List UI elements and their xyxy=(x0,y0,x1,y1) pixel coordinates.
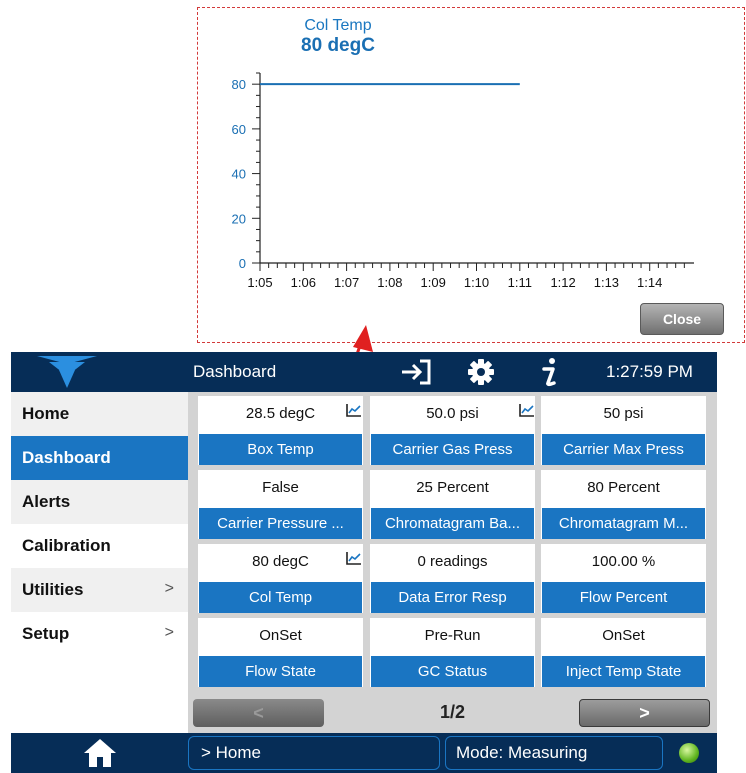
tile-label: Inject Temp State xyxy=(542,656,705,687)
sidebar-item-dashboard[interactable]: Dashboard xyxy=(11,436,188,480)
tile-value: 28.5 degC xyxy=(245,405,316,422)
mode-status: Mode: Measuring xyxy=(445,736,663,770)
logout-icon[interactable] xyxy=(400,359,432,385)
tile-label: Carrier Pressure ... xyxy=(199,508,362,539)
tile-value: 50.0 psi xyxy=(426,405,479,422)
tile-value: 25 Percent xyxy=(416,479,489,496)
home-icon xyxy=(83,739,116,767)
annotation-arrow-head xyxy=(353,325,373,352)
breadcrumb[interactable]: > Home xyxy=(188,736,440,770)
dashboard-tile[interactable]: 50.0 psi Carrier Gas Press xyxy=(370,396,535,465)
dashboard-tile[interactable]: 80 degC Col Temp xyxy=(198,544,363,613)
sidebar-item-label: Setup xyxy=(22,624,70,643)
dashboard-grid: 28.5 degC Box Temp 50.0 psi Carrier Gas Pre… xyxy=(188,392,717,693)
dashboard-tile[interactable]: OnSet Inject Temp State xyxy=(541,618,706,687)
info-icon[interactable] xyxy=(539,357,561,387)
dashboard-tile[interactable]: False Carrier Pressure ... xyxy=(198,470,363,539)
tile-value: 100.00 % xyxy=(591,553,656,570)
tile-label: Chromatagram M... xyxy=(542,508,705,539)
trend-chart-icon[interactable] xyxy=(519,403,535,417)
sidebar-item-label: Calibration xyxy=(22,536,111,555)
tile-label: Flow State xyxy=(199,656,362,687)
dashboard-tile[interactable]: 50 psi Carrier Max Press xyxy=(541,396,706,465)
tile-label: Data Error Resp xyxy=(371,582,534,613)
status-led-icon xyxy=(679,743,699,763)
sidebar: Home Dashboard Alerts Calibration Utilities >… xyxy=(11,392,188,733)
dashboard-tile[interactable]: 28.5 degC Box Temp xyxy=(198,396,363,465)
sidebar-item-alerts[interactable]: Alerts xyxy=(11,480,188,524)
tile-value: 50 psi xyxy=(603,405,644,422)
page-title: Dashboard xyxy=(193,362,277,381)
tile-value: 80 degC xyxy=(252,553,309,570)
footer-bar: > Home Mode: Measuring xyxy=(11,733,717,773)
sidebar-item-setup[interactable]: Setup > xyxy=(11,612,188,656)
chevron-right-icon: > xyxy=(164,624,174,641)
gear-icon[interactable] xyxy=(467,358,495,386)
tile-value: 0 readings xyxy=(417,553,488,570)
trend-chart-icon[interactable] xyxy=(346,403,362,417)
header-bar: Dashboard 1:27:59 PM xyxy=(11,352,717,392)
sidebar-item-label: Home xyxy=(22,404,70,423)
tile-label: Col Temp xyxy=(199,582,362,613)
clock: 1:27:59 PM xyxy=(606,362,693,381)
sidebar-item-label: Alerts xyxy=(22,492,71,511)
tile-label: GC Status xyxy=(371,656,534,687)
dashboard-tile[interactable]: OnSet Flow State xyxy=(198,618,363,687)
sidebar-item-home[interactable]: Home xyxy=(11,392,188,436)
tile-label: Carrier Max Press xyxy=(542,434,705,465)
dashboard-tile[interactable]: 80 Percent Chromatagram M... xyxy=(541,470,706,539)
tile-value: False xyxy=(262,479,299,496)
tile-value: 80 Percent xyxy=(587,479,660,496)
tile-label: Flow Percent xyxy=(542,582,705,613)
tile-label: Box Temp xyxy=(199,434,362,465)
teledyne-logo xyxy=(37,356,97,388)
dashboard-tile[interactable]: 0 readings Data Error Resp xyxy=(370,544,535,613)
device-screen: Dashboard 1:27:59 PM Home Dashboard Alerts… xyxy=(11,352,717,773)
tile-label: Carrier Gas Press xyxy=(371,434,534,465)
dashboard-tile[interactable]: Pre-Run GC Status xyxy=(370,618,535,687)
tile-value: Pre-Run xyxy=(424,627,481,644)
tile-label: Chromatagram Ba... xyxy=(371,508,534,539)
chevron-right-icon: > xyxy=(164,580,174,597)
tile-value: OnSet xyxy=(602,627,645,644)
sidebar-item-label: Utilities xyxy=(22,580,84,599)
dashboard-tile[interactable]: 25 Percent Chromatagram Ba... xyxy=(370,470,535,539)
home-button[interactable] xyxy=(11,733,188,773)
next-page-button[interactable]: > xyxy=(579,699,710,727)
trend-chart-icon[interactable] xyxy=(346,551,362,565)
dashboard-tile[interactable]: 100.00 % Flow Percent xyxy=(541,544,706,613)
sidebar-item-utilities[interactable]: Utilities > xyxy=(11,568,188,612)
sidebar-item-calibration[interactable]: Calibration xyxy=(11,524,188,568)
sidebar-item-label: Dashboard xyxy=(22,448,111,467)
tile-value: OnSet xyxy=(259,627,302,644)
pager: < 1/2 > xyxy=(188,693,717,733)
